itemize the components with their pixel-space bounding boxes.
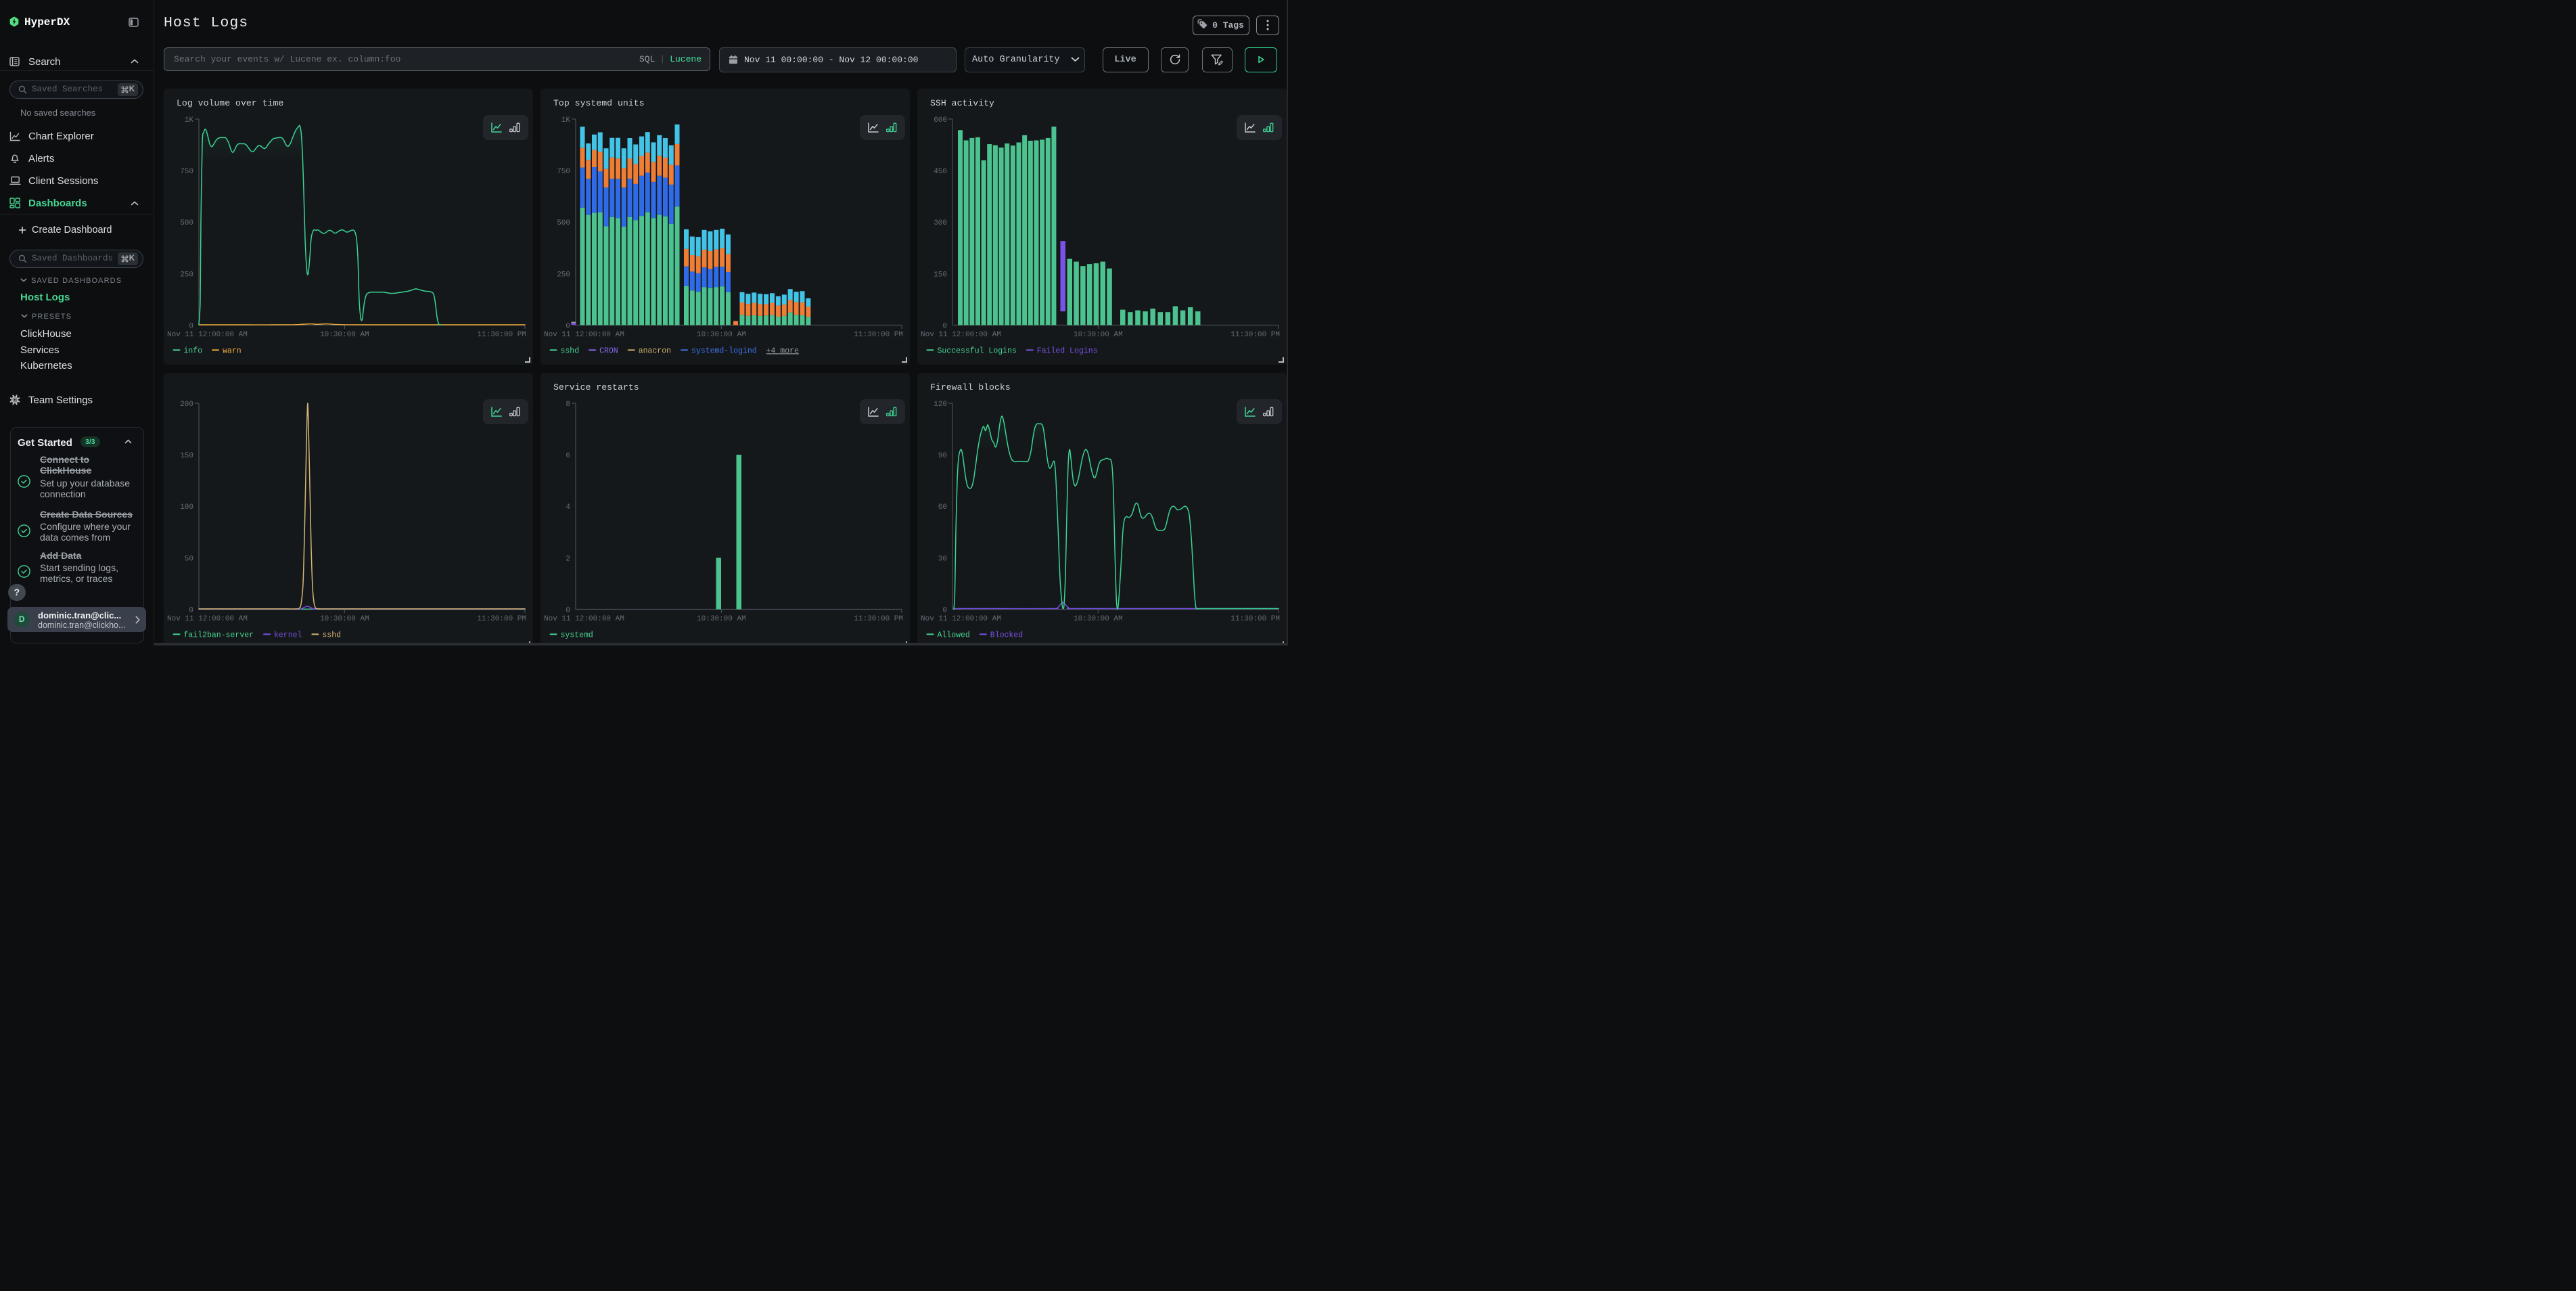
svg-text:1K: 1K <box>561 116 571 124</box>
svg-text:fail2ban-server: fail2ban-server <box>184 631 254 639</box>
svg-text:10:30:00 AM: 10:30:00 AM <box>1074 615 1123 623</box>
svg-text:11:30:00 PM: 11:30:00 PM <box>1230 615 1280 623</box>
svg-text:warn: warn <box>223 346 242 355</box>
svg-text:11:30:00 PM: 11:30:00 PM <box>854 331 903 339</box>
svg-text:10:30:00 AM: 10:30:00 AM <box>697 615 746 623</box>
svg-text:0: 0 <box>942 606 947 614</box>
svg-text:11:30:00 PM: 11:30:00 PM <box>477 615 526 623</box>
svg-text:10:30:00 AM: 10:30:00 AM <box>320 615 369 623</box>
svg-text:50: 50 <box>185 555 193 563</box>
svg-text:sshd: sshd <box>322 631 341 639</box>
svg-text:Nov 11 12:00:00 AM: Nov 11 12:00:00 AM <box>167 331 248 339</box>
svg-text:750: 750 <box>180 168 193 176</box>
svg-text:Nov 11 12:00:00 AM: Nov 11 12:00:00 AM <box>921 331 1001 339</box>
svg-text:anacron: anacron <box>639 346 671 355</box>
svg-text:SSH activity: SSH activity <box>930 98 994 108</box>
svg-text:60: 60 <box>938 503 947 512</box>
svg-text:info: info <box>184 346 203 355</box>
svg-text:Log volume over time: Log volume over time <box>177 98 283 108</box>
svg-text:sshd: sshd <box>561 346 580 355</box>
svg-text:11:30:00 PM: 11:30:00 PM <box>477 331 526 339</box>
svg-text:2: 2 <box>566 555 570 563</box>
svg-text:Nov 11 12:00:00 AM: Nov 11 12:00:00 AM <box>167 615 248 623</box>
svg-text:Nov 11 12:00:00 AM: Nov 11 12:00:00 AM <box>544 615 624 623</box>
svg-text:0: 0 <box>566 606 570 614</box>
svg-text:0: 0 <box>189 606 193 614</box>
svg-text:0: 0 <box>189 322 193 330</box>
svg-text:500: 500 <box>180 219 193 227</box>
svg-text:750: 750 <box>557 168 570 176</box>
svg-text:systemd: systemd <box>561 631 593 639</box>
svg-text:0: 0 <box>566 322 570 330</box>
svg-text:11:30:00 PM: 11:30:00 PM <box>1230 331 1280 339</box>
svg-text:300: 300 <box>934 219 947 227</box>
svg-text:250: 250 <box>180 271 193 279</box>
svg-text:Nov 11 12:00:00 AM: Nov 11 12:00:00 AM <box>921 615 1001 623</box>
svg-text:90: 90 <box>938 452 947 460</box>
svg-text:450: 450 <box>934 168 947 176</box>
svg-text:100: 100 <box>180 503 193 512</box>
svg-text:Allowed: Allowed <box>938 631 970 639</box>
svg-text:Nov 11 12:00:00 AM: Nov 11 12:00:00 AM <box>544 331 624 339</box>
svg-text:200: 200 <box>180 401 193 409</box>
svg-text:10:30:00 AM: 10:30:00 AM <box>320 331 369 339</box>
svg-text:CRON: CRON <box>599 346 618 355</box>
svg-text:120: 120 <box>934 401 947 409</box>
svg-text:150: 150 <box>934 271 947 279</box>
svg-text:10:30:00 AM: 10:30:00 AM <box>697 331 746 339</box>
svg-text:250: 250 <box>557 271 570 279</box>
svg-text:Failed Logins: Failed Logins <box>1037 346 1098 355</box>
svg-text:Successful Logins: Successful Logins <box>938 346 1017 355</box>
svg-text:Top systemd units: Top systemd units <box>553 98 645 108</box>
svg-text:10:30:00 AM: 10:30:00 AM <box>1074 331 1123 339</box>
svg-text:Blocked: Blocked <box>990 631 1023 639</box>
svg-text:6: 6 <box>566 452 570 460</box>
svg-text:4: 4 <box>566 503 570 512</box>
svg-text:500: 500 <box>557 219 570 227</box>
svg-text:150: 150 <box>180 452 193 460</box>
svg-text:systemd-logind: systemd-logind <box>691 346 757 355</box>
svg-text:600: 600 <box>934 116 947 124</box>
svg-text:30: 30 <box>938 555 947 563</box>
svg-text:Firewall blocks: Firewall blocks <box>930 382 1011 392</box>
svg-text:1K: 1K <box>185 116 194 124</box>
svg-text:8: 8 <box>566 401 570 409</box>
svg-text:Service restarts: Service restarts <box>553 382 639 392</box>
svg-text:11:30:00 PM: 11:30:00 PM <box>854 615 903 623</box>
svg-text:+4 more: +4 more <box>766 346 799 355</box>
svg-text:kernel: kernel <box>274 631 302 639</box>
svg-text:0: 0 <box>942 322 947 330</box>
